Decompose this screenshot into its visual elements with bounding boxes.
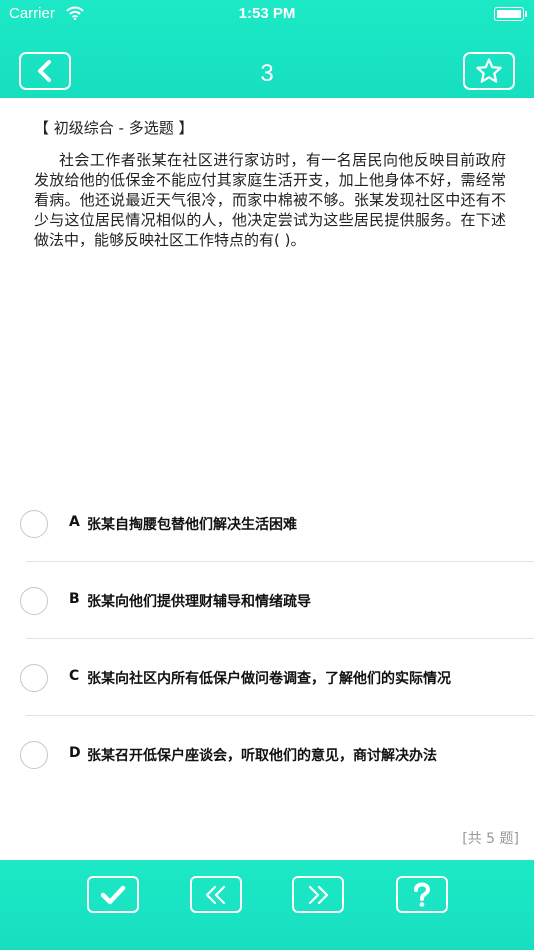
favorite-button[interactable]: [463, 52, 515, 90]
option-a[interactable]: A 张某自掏腰包替他们解决生活困难: [0, 486, 534, 562]
checkmark-icon: [100, 885, 126, 904]
status-time: 1:53 PM: [238, 5, 296, 22]
question-panel: 【 初级综合 - 多选题 】 社会工作者张某在社区进行家访时，有一名居民向他反映…: [0, 98, 534, 860]
option-text: 张某向社区内所有低保户做问卷调查，了解他们的实际情况: [87, 671, 451, 687]
help-button[interactable]: [396, 876, 448, 913]
battery-cap: [525, 11, 527, 17]
previous-button[interactable]: [190, 876, 242, 913]
question-number: 3: [260, 60, 274, 87]
divider: [26, 561, 534, 562]
double-chevron-left-icon: [205, 885, 226, 904]
option-d[interactable]: D 张某召开低保户座谈会，听取他们的意见，商讨解决办法: [0, 717, 534, 793]
radio-c[interactable]: [20, 664, 48, 692]
top-bar: Carrier 1:53 PM 3: [0, 0, 534, 98]
next-button[interactable]: [292, 876, 344, 913]
radio-a[interactable]: [20, 510, 48, 538]
option-letter: A: [69, 514, 80, 530]
radio-d[interactable]: [20, 741, 48, 769]
question-mark-icon: [414, 881, 431, 907]
option-text: 张某向他们提供理财辅导和情绪疏导: [87, 594, 311, 610]
option-text: 张某召开低保户座谈会，听取他们的意见，商讨解决办法: [87, 748, 437, 764]
question-category: 【 初级综合 - 多选题 】: [34, 119, 194, 137]
submit-button[interactable]: [87, 876, 139, 913]
total-questions-label: [共 5 题]: [462, 831, 519, 847]
battery-icon: [494, 7, 524, 21]
option-letter: D: [69, 745, 81, 761]
option-c[interactable]: C 张某向社区内所有低保户做问卷调查，了解他们的实际情况: [0, 640, 534, 716]
option-text: 张某自掏腰包替他们解决生活困难: [87, 517, 297, 533]
bottom-toolbar: [0, 860, 534, 950]
double-chevron-right-icon: [308, 885, 329, 904]
star-outline-icon: [476, 58, 502, 83]
question-text: 社会工作者张某在社区进行家访时，有一名居民向他反映目前政府发放给他的低保金不能应…: [34, 151, 506, 249]
option-b[interactable]: B 张某向他们提供理财辅导和情绪疏导: [0, 563, 534, 639]
option-letter: B: [69, 591, 80, 607]
option-letter: C: [69, 668, 80, 684]
divider: [26, 715, 534, 716]
divider: [26, 638, 534, 639]
radio-b[interactable]: [20, 587, 48, 615]
status-bar: Carrier 1:53 PM: [0, 0, 534, 30]
